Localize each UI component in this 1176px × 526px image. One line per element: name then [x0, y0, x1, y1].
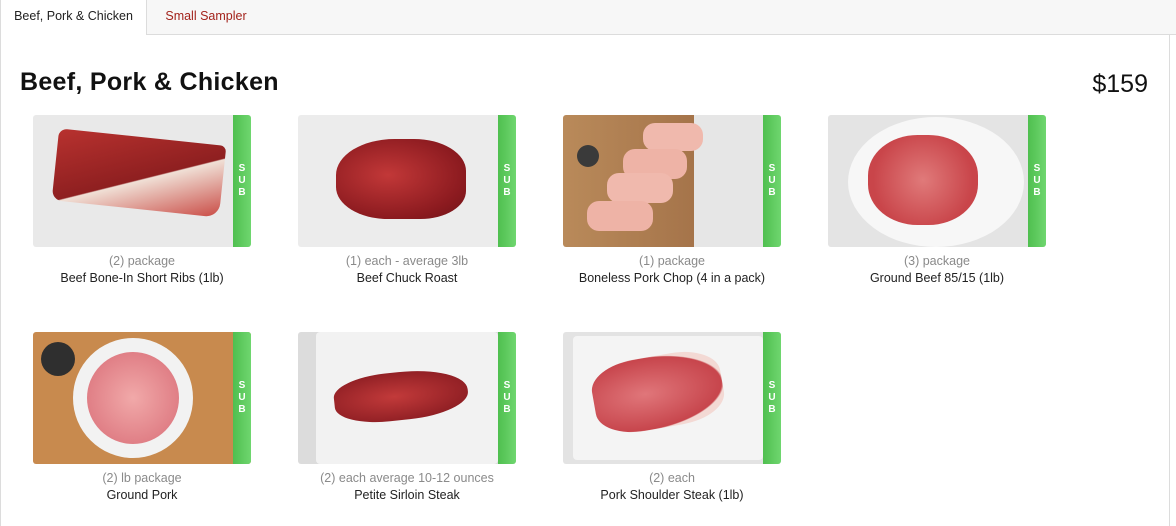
sub-button[interactable]: SUB [233, 332, 251, 464]
product-name: Ground Beef 85/15 (1lb) [869, 271, 1005, 285]
product-name: Ground Pork [106, 488, 178, 502]
product-photo-petite-sirloin[interactable] [298, 332, 516, 464]
product-name: Beef Bone-In Short Ribs (1lb) [60, 271, 224, 285]
sub-button[interactable]: SUB [763, 115, 781, 247]
product-card: SUB (3) package Ground Beef 85/15 (1lb) [828, 115, 1046, 295]
product-name: Petite Sirloin Steak [354, 488, 460, 502]
tab-bar: Beef, Pork & Chicken Small Sampler [0, 0, 1176, 36]
product-photo-short-ribs[interactable] [33, 115, 251, 247]
tab-beef-pork-chicken[interactable]: Beef, Pork & Chicken [0, 0, 147, 36]
product-card: SUB (1) each - average 3lb Beef Chuck Ro… [298, 115, 516, 295]
product-photo-chuck-roast[interactable] [298, 115, 516, 247]
product-card: SUB (2) package Beef Bone-In Short Ribs … [33, 115, 251, 295]
product-name: Pork Shoulder Steak (1lb) [600, 488, 744, 502]
product-card: SUB (1) package Boneless Pork Chop (4 in… [563, 115, 781, 295]
product-photo-ground-beef[interactable] [828, 115, 1046, 247]
product-card: SUB (2) each Pork Shoulder Steak (1lb) [563, 332, 781, 512]
product-quantity: (2) package [108, 254, 175, 268]
product-card: SUB (2) each average 10-12 ounces Petite… [298, 332, 516, 512]
sub-button[interactable]: SUB [1028, 115, 1046, 247]
tab-small-sampler[interactable]: Small Sampler [147, 0, 265, 35]
product-quantity: (3) package [903, 254, 970, 268]
product-photo-pork-shoulder[interactable] [563, 332, 781, 464]
product-quantity: (2) each [649, 471, 695, 485]
sub-button[interactable]: SUB [498, 332, 516, 464]
product-photo-pork-chop[interactable] [563, 115, 781, 247]
product-card: SUB (2) lb package Ground Pork [33, 332, 251, 512]
sub-button[interactable]: SUB [763, 332, 781, 464]
product-quantity: (1) each - average 3lb [345, 254, 469, 268]
product-quantity: (1) package [638, 254, 705, 268]
product-name: Boneless Pork Chop (4 in a pack) [578, 271, 766, 285]
sub-button[interactable]: SUB [498, 115, 516, 247]
product-quantity: (2) lb package [102, 471, 182, 485]
section-price: $159 [1092, 70, 1148, 98]
product-quantity: (2) each average 10-12 ounces [320, 471, 494, 485]
sub-button[interactable]: SUB [233, 115, 251, 247]
section-title: Beef, Pork & Chicken [20, 68, 279, 96]
product-name: Beef Chuck Roast [356, 271, 458, 285]
product-photo-ground-pork[interactable] [33, 332, 251, 464]
